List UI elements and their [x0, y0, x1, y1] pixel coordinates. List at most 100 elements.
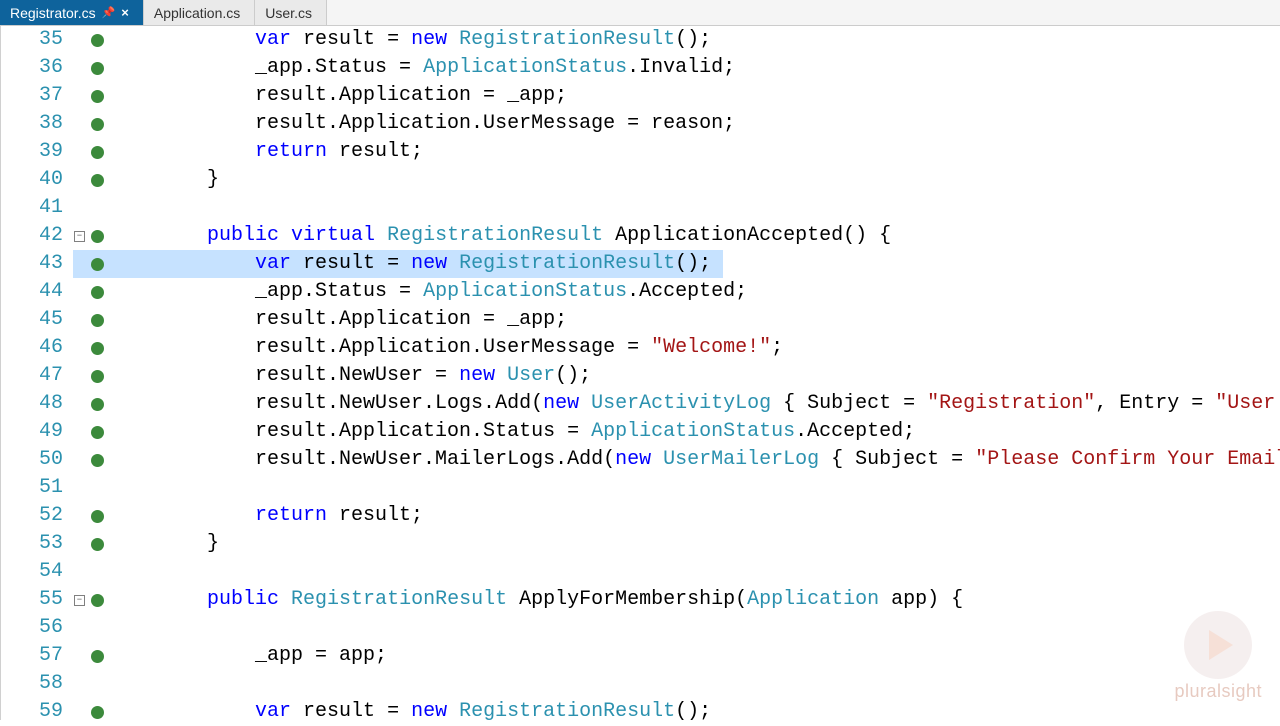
code-text[interactable]: public RegistrationResult ApplyForMember…: [109, 586, 1280, 614]
code-line[interactable]: 36 _app.Status = ApplicationStatus.Inval…: [1, 54, 1280, 82]
code-line[interactable]: 49 result.Application.Status = Applicati…: [1, 418, 1280, 446]
code-line[interactable]: 56: [1, 614, 1280, 642]
tracking-gutter: [87, 194, 109, 222]
fold-gutter: [73, 334, 87, 362]
code-text[interactable]: var result = new RegistrationResult();: [109, 26, 1280, 54]
tab-user-cs[interactable]: User.cs: [255, 0, 327, 25]
code-line[interactable]: 54: [1, 558, 1280, 586]
code-line[interactable]: 40 }: [1, 166, 1280, 194]
line-number: 48: [1, 390, 73, 418]
line-number: 52: [1, 502, 73, 530]
tracked-dot-icon: [91, 174, 104, 187]
code-line[interactable]: 48 result.NewUser.Logs.Add(new UserActiv…: [1, 390, 1280, 418]
code-line[interactable]: 53 }: [1, 530, 1280, 558]
code-text[interactable]: }: [109, 530, 1280, 558]
tracking-gutter: [87, 474, 109, 502]
code-line[interactable]: 59 var result = new RegistrationResult()…: [1, 698, 1280, 726]
code-line[interactable]: 38 result.Application.UserMessage = reas…: [1, 110, 1280, 138]
fold-gutter: [73, 166, 87, 194]
fold-gutter[interactable]: −: [73, 586, 87, 614]
code-line[interactable]: 47 result.NewUser = new User();: [1, 362, 1280, 390]
code-text[interactable]: _app.Status = ApplicationStatus.Accepted…: [109, 278, 1280, 306]
code-line[interactable]: 43 var result = new RegistrationResult()…: [1, 250, 1280, 278]
tracked-dot-icon: [91, 286, 104, 299]
pin-icon[interactable]: 📌: [102, 6, 116, 19]
fold-gutter: [73, 26, 87, 54]
code-text[interactable]: result.NewUser.MailerLogs.Add(new UserMa…: [109, 446, 1280, 474]
tracked-dot-icon: [91, 314, 104, 327]
code-line[interactable]: 35 var result = new RegistrationResult()…: [1, 26, 1280, 54]
line-number: 57: [1, 642, 73, 670]
close-icon[interactable]: ×: [121, 5, 129, 20]
code-text[interactable]: [109, 194, 1280, 222]
code-text[interactable]: var result = new RegistrationResult();: [109, 250, 1280, 278]
fold-minus-icon[interactable]: −: [74, 595, 85, 606]
code-line[interactable]: 37 result.Application = _app;: [1, 82, 1280, 110]
code-line[interactable]: 57 _app = app;: [1, 642, 1280, 670]
code-line[interactable]: 50 result.NewUser.MailerLogs.Add(new Use…: [1, 446, 1280, 474]
code-text[interactable]: [109, 474, 1280, 502]
tracked-dot-icon: [91, 454, 104, 467]
code-text[interactable]: [109, 558, 1280, 586]
tracking-gutter: [87, 670, 109, 698]
code-line[interactable]: 52 return result;: [1, 502, 1280, 530]
tracking-gutter: [87, 418, 109, 446]
fold-gutter: [73, 390, 87, 418]
code-text[interactable]: [109, 614, 1280, 642]
code-text[interactable]: result.Application.UserMessage = reason;: [109, 110, 1280, 138]
code-line[interactable]: 41: [1, 194, 1280, 222]
tracking-gutter: [87, 362, 109, 390]
tab-application-cs[interactable]: Application.cs: [144, 0, 255, 25]
fold-gutter[interactable]: −: [73, 222, 87, 250]
tab-label: Registrator.cs: [10, 5, 96, 21]
brand-label: pluralsight: [1174, 681, 1262, 702]
code-line[interactable]: 51: [1, 474, 1280, 502]
tracked-dot-icon: [91, 342, 104, 355]
code-text[interactable]: return result;: [109, 138, 1280, 166]
code-text[interactable]: result.Application = _app;: [109, 82, 1280, 110]
code-line[interactable]: 58: [1, 670, 1280, 698]
tracked-dot-icon: [91, 426, 104, 439]
tracked-dot-icon: [91, 118, 104, 131]
line-number: 41: [1, 194, 73, 222]
fold-gutter: [73, 614, 87, 642]
line-number: 55: [1, 586, 73, 614]
tracking-gutter: [87, 502, 109, 530]
fold-gutter: [73, 194, 87, 222]
code-text[interactable]: }: [109, 166, 1280, 194]
line-number: 37: [1, 82, 73, 110]
tracking-gutter: [87, 586, 109, 614]
tracking-gutter: [87, 446, 109, 474]
line-number: 58: [1, 670, 73, 698]
code-text[interactable]: var result = new RegistrationResult();: [109, 698, 1280, 726]
code-text[interactable]: _app = app;: [109, 642, 1280, 670]
code-line[interactable]: 55− public RegistrationResult ApplyForMe…: [1, 586, 1280, 614]
code-text[interactable]: _app.Status = ApplicationStatus.Invalid;: [109, 54, 1280, 82]
fold-gutter: [73, 670, 87, 698]
tab-registrator-cs[interactable]: Registrator.cs 📌 ×: [0, 0, 144, 25]
code-editor[interactable]: 35 var result = new RegistrationResult()…: [0, 26, 1280, 720]
tracked-dot-icon: [91, 370, 104, 383]
line-number: 51: [1, 474, 73, 502]
code-text[interactable]: return result;: [109, 502, 1280, 530]
tracked-dot-icon: [91, 258, 104, 271]
code-line[interactable]: 39 return result;: [1, 138, 1280, 166]
code-text[interactable]: result.Application.Status = ApplicationS…: [109, 418, 1280, 446]
code-line[interactable]: 44 _app.Status = ApplicationStatus.Accep…: [1, 278, 1280, 306]
tracking-gutter: [87, 558, 109, 586]
tracked-dot-icon: [91, 706, 104, 719]
code-text[interactable]: result.NewUser.Logs.Add(new UserActivity…: [109, 390, 1280, 418]
code-text[interactable]: [109, 670, 1280, 698]
fold-minus-icon[interactable]: −: [74, 231, 85, 242]
code-text[interactable]: result.Application = _app;: [109, 306, 1280, 334]
code-line[interactable]: 46 result.Application.UserMessage = "Wel…: [1, 334, 1280, 362]
tracked-dot-icon: [91, 230, 104, 243]
code-text[interactable]: result.Application.UserMessage = "Welcom…: [109, 334, 1280, 362]
code-text[interactable]: result.NewUser = new User();: [109, 362, 1280, 390]
code-line[interactable]: 45 result.Application = _app;: [1, 306, 1280, 334]
line-number: 39: [1, 138, 73, 166]
tab-bar: Registrator.cs 📌 × Application.csUser.cs: [0, 0, 1280, 26]
code-text[interactable]: public virtual RegistrationResult Applic…: [109, 222, 1280, 250]
fold-gutter: [73, 446, 87, 474]
code-line[interactable]: 42− public virtual RegistrationResult Ap…: [1, 222, 1280, 250]
